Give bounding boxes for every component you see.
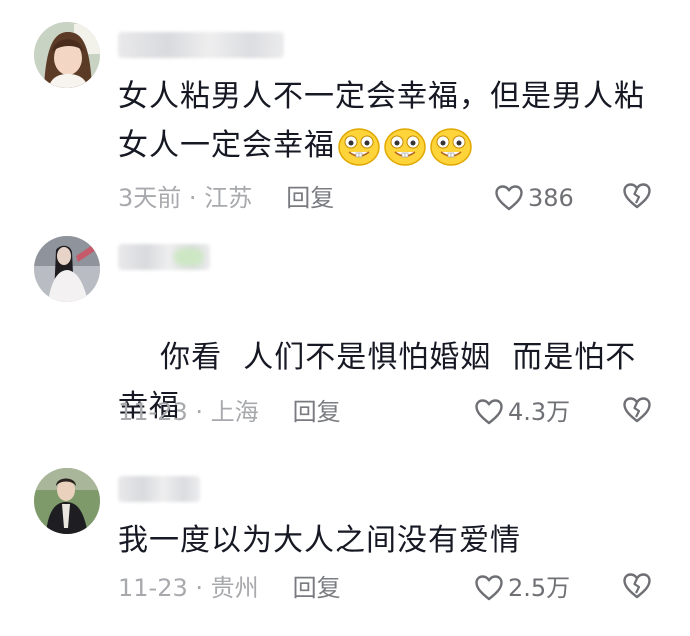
like-count: 386 xyxy=(528,184,574,212)
heart-icon xyxy=(475,399,503,425)
grin-emoji-icon xyxy=(383,127,427,167)
comment-text: 女人粘男人不一定会幸福，但是男人粘女人一定会幸福 xyxy=(118,72,658,170)
username[interactable] xyxy=(118,32,284,58)
broken-heart-icon xyxy=(623,183,651,209)
username[interactable] xyxy=(118,476,200,502)
comment-time: 11-23 xyxy=(118,574,188,602)
comment-meta: 11-23 · 上海 回复 xyxy=(118,396,341,428)
dislike-button[interactable] xyxy=(622,572,652,602)
dislike-button[interactable] xyxy=(622,396,652,426)
comment-item: 我一度以为大人之间没有爱情 11-23 · 贵州 回复 2.5万 xyxy=(0,438,690,636)
dislike-button[interactable] xyxy=(622,182,652,212)
comment-meta: 11-23 · 贵州 回复 xyxy=(118,572,341,604)
comment-location: 江苏 xyxy=(204,184,253,212)
reply-button[interactable]: 回复 xyxy=(293,398,341,426)
meta-separator: · xyxy=(195,398,204,426)
like-button[interactable]: 2.5万 xyxy=(474,572,570,604)
username[interactable] xyxy=(118,244,210,270)
comment-location: 上海 xyxy=(210,398,259,426)
like-button[interactable]: 4.3万 xyxy=(474,396,570,428)
user-avatar-longhair-icon xyxy=(34,236,100,302)
meta-separator: · xyxy=(188,184,197,212)
avatar[interactable] xyxy=(34,22,100,88)
like-button[interactable]: 386 xyxy=(494,182,574,214)
avatar[interactable] xyxy=(34,468,100,534)
comment-location: 贵州 xyxy=(210,574,259,602)
user-avatar-woman-icon xyxy=(34,22,100,88)
comment-text: 我一度以为大人之间没有爱情 xyxy=(118,523,521,558)
reply-button[interactable]: 回复 xyxy=(286,184,334,212)
avatar[interactable] xyxy=(34,236,100,302)
meta-separator: · xyxy=(195,574,204,602)
comment-item: 你看 人们不是惧怕婚姻 而是怕不幸福 11-23 · 上海 回复 4.3万 xyxy=(0,222,690,438)
comment-time: 11-23 xyxy=(118,398,188,426)
heart-icon xyxy=(495,185,523,211)
broken-heart-icon xyxy=(623,397,651,423)
broken-heart-icon xyxy=(623,573,651,599)
comment-meta: 3天前 · 江苏 回复 xyxy=(118,182,334,214)
like-count: 4.3万 xyxy=(508,398,571,426)
comment-time: 3天前 xyxy=(118,184,182,212)
comment-item: 女人粘男人不一定会幸福，但是男人粘女人一定会幸福 3天前 · 江苏 回复 386 xyxy=(0,0,690,222)
grin-emoji-icon xyxy=(429,127,473,167)
like-count: 2.5万 xyxy=(508,574,571,602)
heart-icon xyxy=(475,575,503,601)
reply-button[interactable]: 回复 xyxy=(293,574,341,602)
user-avatar-man-icon xyxy=(34,468,100,534)
grin-emoji-icon xyxy=(337,127,381,167)
